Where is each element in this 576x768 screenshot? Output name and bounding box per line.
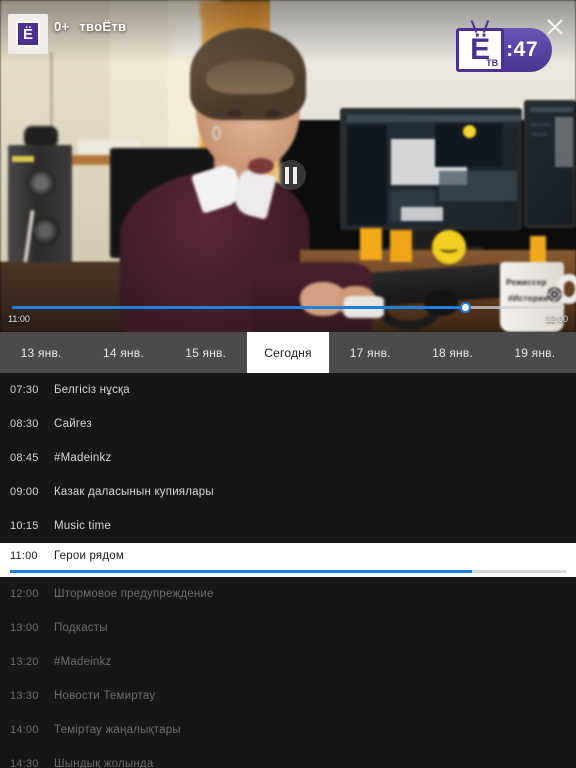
watermark-clock: :47 — [506, 38, 538, 61]
program-time: 12:00 — [10, 588, 39, 600]
program-title: Белгісіз нұсқа — [54, 384, 130, 396]
seek-handle[interactable] — [459, 302, 471, 313]
seek-end-time: 12:00 — [545, 314, 568, 324]
seek-fill — [12, 306, 465, 309]
video-player[interactable]: Режиссер #Истории Ё 0+ твоЁтв Ё ТВ:47 1… — [0, 0, 576, 332]
watermark-sub: ТВ — [486, 58, 499, 68]
program-time: 13:30 — [10, 690, 39, 702]
program-time: 14:30 — [10, 758, 39, 768]
date-tab[interactable]: 15 янв. — [165, 332, 247, 373]
date-tab[interactable]: 13 янв. — [0, 332, 82, 373]
current-program-row[interactable]: 11:00 Герои рядом — [0, 543, 576, 577]
seek-bar[interactable]: 11:00 12:00 — [0, 296, 576, 332]
program-time: 11:00 — [10, 550, 38, 562]
date-tab[interactable]: 14 янв. — [82, 332, 164, 373]
program-title: Шындық жолында — [54, 758, 154, 768]
table-row[interactable]: 14:30 Шындық жолында — [0, 747, 576, 768]
seek-track[interactable] — [12, 302, 564, 313]
program-progress-bar — [0, 569, 576, 577]
table-row[interactable]: 08:30 Сайгез — [0, 407, 576, 441]
program-time: 13:20 — [10, 656, 39, 668]
program-title: #Madeinkz — [54, 452, 112, 464]
program-schedule-list[interactable]: 07:30 Белгісіз нұсқа 08:30 Сайгез 08:45 #Made… — [0, 373, 576, 768]
watermark-tv-logo: Ё ТВ — [456, 20, 505, 72]
seek-start-time: 11:00 — [8, 314, 30, 324]
program-title: Штормовое предупреждение — [54, 588, 214, 600]
channel-title: 0+ твоЁтв — [54, 19, 126, 34]
table-row[interactable]: 10:15 Music time — [0, 509, 576, 543]
table-row[interactable]: 09:00 Казак даласынын купиялары — [0, 475, 576, 509]
scene-monitor-primary — [340, 108, 522, 230]
channel-logo-letter: Ё — [16, 21, 40, 47]
program-time: 08:45 — [10, 452, 39, 464]
table-row[interactable]: 14:00 Теміртау жаңалықтары — [0, 713, 576, 747]
scene-monitor-secondary — [524, 100, 576, 228]
mug-text-line1: Режиссер — [506, 278, 547, 287]
date-tab[interactable]: 18 янв. — [411, 332, 493, 373]
date-tab[interactable]: 17 янв. — [329, 332, 411, 373]
program-time: 08:30 — [10, 418, 39, 430]
program-time: 14:00 — [10, 724, 39, 736]
program-time: 13:00 — [10, 622, 39, 634]
channel-logo-badge: Ё — [8, 14, 48, 54]
program-title: Теміртау жаңалықтары — [54, 724, 181, 736]
table-row[interactable]: 13:00 Подкасты — [0, 611, 576, 645]
date-tabs[interactable]: 13 янв. 14 янв. 15 янв. Сегодня 17 янв. 18 ян… — [0, 332, 576, 373]
age-rating-label: 0+ — [54, 19, 70, 34]
program-title: Сайгез — [54, 418, 92, 430]
table-row[interactable]: 13:20 #Madeinkz — [0, 645, 576, 679]
program-title: Казак даласынын купиялары — [54, 486, 214, 498]
program-title: Герои рядом — [54, 550, 124, 562]
table-row[interactable]: 08:45 #Madeinkz — [0, 441, 576, 475]
table-row[interactable]: 13:30 Новости Темиртау — [0, 679, 576, 713]
date-tab[interactable]: Сегодня — [246, 332, 330, 373]
program-title: #Madeinkz — [54, 656, 112, 668]
broadcast-watermark: Ё ТВ :47 — [456, 20, 552, 72]
pause-icon[interactable] — [276, 160, 306, 190]
program-time: 10:15 — [10, 520, 39, 532]
program-time: 09:00 — [10, 486, 39, 498]
program-title: Music time — [54, 520, 111, 532]
program-time: 07:30 — [10, 384, 39, 396]
table-row[interactable]: 07:30 Белгісіз нұсқа — [0, 373, 576, 407]
program-title: Новости Темиртау — [54, 690, 156, 702]
program-title: Подкасты — [54, 622, 108, 634]
channel-name-label: твоЁтв — [79, 19, 127, 34]
table-row[interactable]: 11:00 Герои рядом — [0, 543, 576, 569]
table-row[interactable]: 12:00 Штормовое предупреждение — [0, 577, 576, 611]
date-tab[interactable]: 19 янв. — [494, 332, 576, 373]
